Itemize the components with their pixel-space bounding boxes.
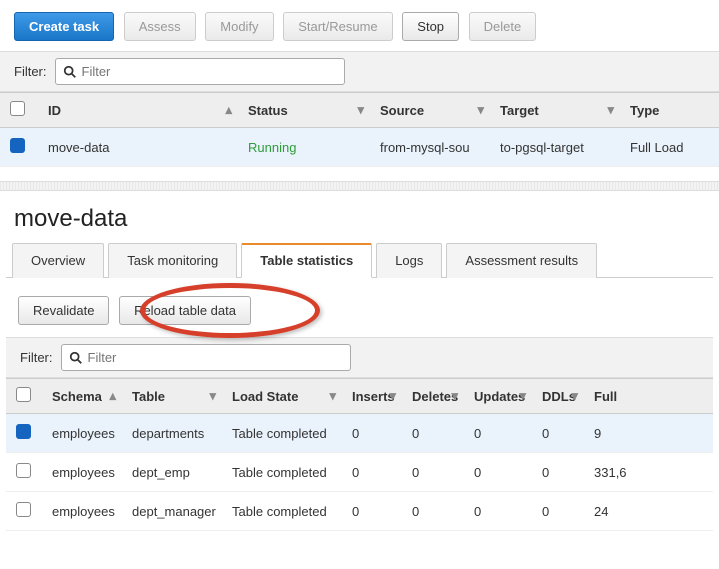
stop-button[interactable]: Stop bbox=[402, 12, 459, 41]
filter-input-wrap bbox=[61, 344, 351, 371]
cell-updates: 0 bbox=[464, 414, 532, 453]
cell-schema: employees bbox=[42, 492, 122, 531]
select-all-checkbox[interactable] bbox=[16, 387, 31, 402]
table-row[interactable]: employeesdept_managerTable completed0000… bbox=[6, 492, 713, 531]
tab-monitoring[interactable]: Task monitoring bbox=[108, 243, 237, 278]
sort-icon: ▾ bbox=[519, 388, 526, 404]
stats-toolbar: Revalidate Reload table data bbox=[0, 278, 719, 337]
resize-handle[interactable] bbox=[0, 181, 719, 191]
start-resume-button[interactable]: Start/Resume bbox=[283, 12, 392, 41]
sort-icon: ▾ bbox=[389, 388, 396, 404]
cell-status: Running bbox=[238, 128, 370, 167]
cell-ddls: 0 bbox=[532, 414, 584, 453]
col-updates[interactable]: Updates▾ bbox=[464, 379, 532, 414]
cell-deletes: 0 bbox=[402, 492, 464, 531]
cell-schema: employees bbox=[42, 453, 122, 492]
col-source[interactable]: Source▾ bbox=[370, 93, 490, 128]
delete-button[interactable]: Delete bbox=[469, 12, 537, 41]
cell-updates: 0 bbox=[464, 453, 532, 492]
cell-loadstate: Table completed bbox=[222, 414, 342, 453]
cell-id: move-data bbox=[38, 128, 238, 167]
sort-icon: ▾ bbox=[357, 102, 364, 118]
stats-table: Schema▴ Table▾ Load State▾ Inserts▾ Dele… bbox=[6, 378, 713, 531]
cell-inserts: 0 bbox=[342, 492, 402, 531]
tasks-filter-input[interactable] bbox=[55, 58, 345, 85]
sort-icon: ▾ bbox=[451, 388, 458, 404]
create-task-button[interactable]: Create task bbox=[14, 12, 114, 41]
sort-icon: ▾ bbox=[329, 388, 336, 404]
table-row[interactable]: employeesdepartmentsTable completed00009 bbox=[6, 414, 713, 453]
cell-table: dept_emp bbox=[122, 453, 222, 492]
search-icon bbox=[63, 65, 77, 79]
tasks-filter-bar: Filter: bbox=[0, 51, 719, 92]
tab-overview[interactable]: Overview bbox=[12, 243, 104, 278]
col-inserts[interactable]: Inserts▾ bbox=[342, 379, 402, 414]
tasks-table: ID▴ Status▾ Source▾ Target▾ Type move-da… bbox=[0, 92, 719, 167]
modify-button[interactable]: Modify bbox=[205, 12, 273, 41]
cell-table: dept_manager bbox=[122, 492, 222, 531]
cell-schema: employees bbox=[42, 414, 122, 453]
filter-label: Filter: bbox=[14, 64, 47, 79]
sort-up-icon: ▴ bbox=[225, 102, 232, 118]
cell-source: from-mysql-sou bbox=[370, 128, 490, 167]
assess-button[interactable]: Assess bbox=[124, 12, 196, 41]
cell-inserts: 0 bbox=[342, 414, 402, 453]
stats-filter-bar: Filter: bbox=[6, 337, 713, 378]
cell-inserts: 0 bbox=[342, 453, 402, 492]
revalidate-button[interactable]: Revalidate bbox=[18, 296, 109, 325]
cell-ddls: 0 bbox=[532, 492, 584, 531]
stats-filter-input[interactable] bbox=[61, 344, 351, 371]
col-status[interactable]: Status▾ bbox=[238, 93, 370, 128]
table-row[interactable]: employeesdept_empTable completed0000331,… bbox=[6, 453, 713, 492]
sort-icon: ▾ bbox=[607, 102, 614, 118]
tab-table-statistics[interactable]: Table statistics bbox=[241, 243, 372, 278]
cell-loadstate: Table completed bbox=[222, 453, 342, 492]
cell-full: 331,6 bbox=[584, 453, 713, 492]
filter-input-wrap bbox=[55, 58, 345, 85]
table-row[interactable]: move-data Running from-mysql-sou to-pgsq… bbox=[0, 128, 719, 167]
col-ddls[interactable]: DDLs▾ bbox=[532, 379, 584, 414]
cell-ddls: 0 bbox=[532, 453, 584, 492]
cell-type: Full Load bbox=[620, 128, 719, 167]
col-target[interactable]: Target▾ bbox=[490, 93, 620, 128]
row-checkbox[interactable] bbox=[16, 424, 31, 439]
tab-logs[interactable]: Logs bbox=[376, 243, 442, 278]
col-schema[interactable]: Schema▴ bbox=[42, 379, 122, 414]
main-toolbar: Create task Assess Modify Start/Resume S… bbox=[0, 0, 719, 51]
detail-title: move-data bbox=[0, 191, 719, 243]
col-type[interactable]: Type bbox=[620, 93, 719, 128]
cell-table: departments bbox=[122, 414, 222, 453]
search-icon bbox=[69, 351, 83, 365]
row-checkbox[interactable] bbox=[16, 463, 31, 478]
reload-table-data-button[interactable]: Reload table data bbox=[119, 296, 251, 325]
cell-loadstate: Table completed bbox=[222, 492, 342, 531]
sort-icon: ▾ bbox=[209, 388, 216, 404]
filter-label: Filter: bbox=[20, 350, 53, 365]
col-full[interactable]: Full bbox=[584, 379, 713, 414]
cell-full: 9 bbox=[584, 414, 713, 453]
row-checkbox[interactable] bbox=[16, 502, 31, 517]
detail-tabs: Overview Task monitoring Table statistic… bbox=[6, 243, 713, 278]
col-loadstate[interactable]: Load State▾ bbox=[222, 379, 342, 414]
select-all-checkbox[interactable] bbox=[10, 101, 25, 116]
col-deletes[interactable]: Deletes▾ bbox=[402, 379, 464, 414]
cell-full: 24 bbox=[584, 492, 713, 531]
cell-deletes: 0 bbox=[402, 414, 464, 453]
cell-updates: 0 bbox=[464, 492, 532, 531]
col-table[interactable]: Table▾ bbox=[122, 379, 222, 414]
col-id[interactable]: ID▴ bbox=[38, 93, 238, 128]
row-checkbox[interactable] bbox=[10, 138, 25, 153]
cell-deletes: 0 bbox=[402, 453, 464, 492]
sort-icon: ▾ bbox=[477, 102, 484, 118]
cell-target: to-pgsql-target bbox=[490, 128, 620, 167]
tab-assessment[interactable]: Assessment results bbox=[446, 243, 597, 278]
sort-icon: ▾ bbox=[571, 388, 578, 404]
sort-up-icon: ▴ bbox=[109, 388, 116, 404]
